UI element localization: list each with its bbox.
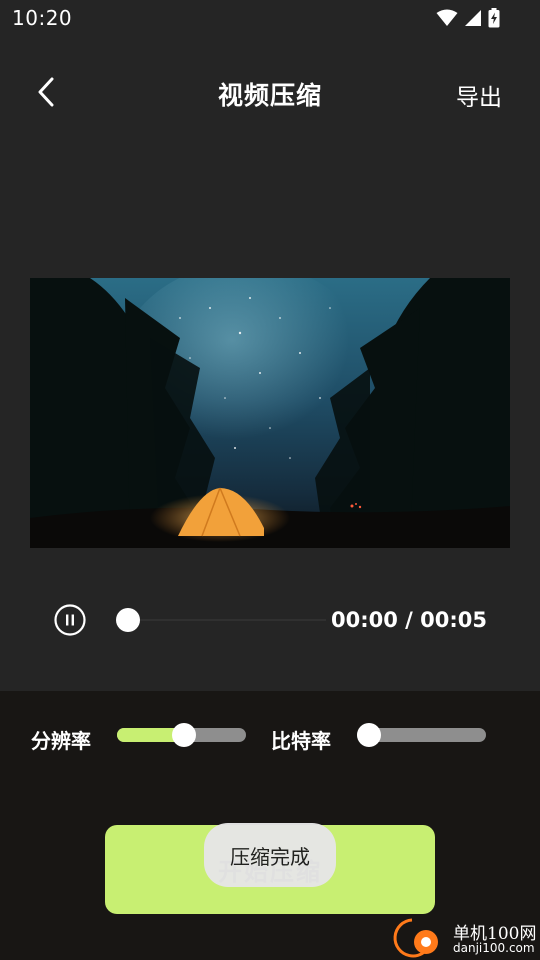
- site-watermark: 单机100网 danji100.com: [390, 914, 540, 960]
- status-icons: [436, 8, 500, 32]
- video-preview[interactable]: [30, 278, 510, 548]
- pause-button[interactable]: [54, 604, 86, 636]
- pause-circle-icon: [54, 604, 86, 640]
- bitrate-label: 比特率: [271, 729, 331, 753]
- export-button[interactable]: 导出: [456, 78, 502, 112]
- playback-progress-track[interactable]: [128, 619, 326, 621]
- wifi-icon: [436, 9, 458, 31]
- resolution-label: 分辨率: [31, 729, 91, 753]
- top-app-bar: 视频压缩 导出: [0, 62, 540, 126]
- resolution-slider-thumb[interactable]: [172, 723, 197, 747]
- playback-progress-thumb[interactable]: [116, 608, 140, 632]
- bitrate-slider-thumb[interactable]: [357, 723, 381, 747]
- status-bar: 10:20: [0, 0, 540, 36]
- watermark-logo-icon: [393, 918, 438, 958]
- resolution-slider[interactable]: [117, 723, 246, 747]
- watermark-site-url: danji100.com: [453, 941, 535, 955]
- cellular-signal-icon: [464, 9, 482, 31]
- player-controls: 00:00 / 00:05: [0, 596, 540, 648]
- status-time: 10:20: [12, 6, 73, 30]
- toast-message: 压缩完成: [204, 823, 336, 887]
- playback-time-readout: 00:00 / 00:05: [331, 608, 487, 632]
- video-frame-image: [30, 278, 510, 548]
- bitrate-slider[interactable]: [357, 723, 486, 747]
- battery-charging-icon: [488, 8, 500, 32]
- video-compress-screen: 10:20 视频压缩 导出 00:00 / 00:05 分辨率 比特率 压缩完成…: [0, 0, 540, 960]
